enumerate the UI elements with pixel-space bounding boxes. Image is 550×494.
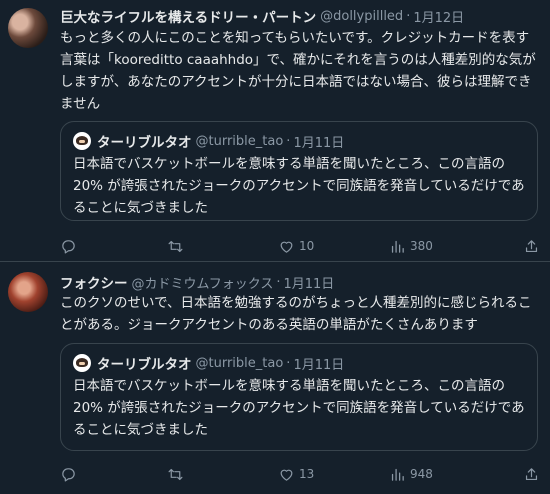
- like-count: 10: [299, 239, 315, 253]
- like-button[interactable]: 13: [278, 464, 314, 484]
- quote-tweet[interactable]: ターリブルタオ @turrible_tao · 1月11日 日本語でバスケットボ…: [60, 343, 538, 451]
- like-icon: [280, 241, 293, 253]
- separator: ·: [276, 274, 281, 290]
- tweet[interactable]: フォクシー @カドミウムフォックス · 1月11日 このクソのせいで、日本語を勉…: [0, 262, 550, 494]
- reply-icon: [62, 467, 75, 481]
- reply-icon: [62, 239, 75, 253]
- quote-text: 日本語でバスケットボールを意味する単語を聞いたところ、この言語の 20% が誇張…: [73, 378, 525, 438]
- retweet-button[interactable]: [167, 236, 188, 256]
- quote-author-name: ターリブルタオ: [97, 357, 192, 373]
- tweet-date[interactable]: 1月12日: [413, 7, 464, 26]
- retweet-button[interactable]: [167, 464, 188, 484]
- separator: ·: [406, 8, 411, 24]
- tweet-date[interactable]: 1月11日: [283, 273, 334, 292]
- action-bar: 13 948: [60, 464, 540, 484]
- tweet-header: フォクシー @カドミウムフォックス · 1月11日: [60, 272, 334, 293]
- share-icon: [525, 239, 538, 252]
- like-count: 13: [299, 467, 315, 481]
- reply-button[interactable]: [60, 236, 81, 256]
- quote-tweet[interactable]: ターリブルタオ @turrible_tao · 1月11日 日本語でバスケットボ…: [60, 121, 538, 221]
- avatar[interactable]: [8, 8, 48, 48]
- views-button[interactable]: 948: [389, 464, 433, 484]
- quote-text: 日本語でバスケットボールを意味する単語を聞いたところ、この言語の 20% が誇張…: [73, 156, 525, 216]
- views-icon: [391, 468, 404, 481]
- quote-header: ターリブルタオ @turrible_tao · 1月11日: [73, 353, 344, 373]
- like-button[interactable]: 10: [278, 236, 314, 256]
- views-button[interactable]: 380: [389, 236, 433, 256]
- like-icon: [280, 469, 293, 481]
- quote-author-handle: @turrible_tao: [195, 133, 284, 149]
- quote-avatar: [73, 354, 91, 372]
- retweet-icon: [168, 240, 183, 252]
- tweet-header: 巨大なライフルを構えるドリー・パートン @dollypillled · 1月12…: [60, 6, 464, 27]
- reply-button[interactable]: [60, 464, 81, 484]
- quote-author-handle: @turrible_tao: [195, 355, 284, 371]
- views-count: 380: [410, 239, 433, 253]
- quote-author-name: ターリブルタオ: [97, 135, 192, 151]
- share-icon: [525, 467, 538, 480]
- author-handle[interactable]: @カドミウムフォックス: [132, 273, 274, 292]
- quote-header: ターリブルタオ @turrible_tao · 1月11日: [73, 131, 344, 151]
- author-name[interactable]: 巨大なライフルを構えるドリー・パートン: [60, 6, 316, 26]
- share-button[interactable]: [523, 236, 540, 256]
- tweet-text: このクソのせいで、日本語を勉強するのがちょっと人種差別的に感じられることがある。…: [60, 295, 532, 333]
- author-name[interactable]: フォクシー: [60, 272, 128, 292]
- tweet-text: もっと多くの人にこのことを知ってもらいたいです。クレジットカードを表す言葉は「k…: [60, 30, 536, 112]
- quote-avatar: [73, 132, 91, 150]
- action-bar: 10 380: [60, 236, 540, 256]
- avatar[interactable]: [8, 272, 48, 312]
- tweet[interactable]: 巨大なライフルを構えるドリー・パートン @dollypillled · 1月12…: [0, 0, 550, 262]
- separator: ·: [286, 355, 291, 371]
- views-icon: [391, 240, 404, 253]
- share-button[interactable]: [523, 464, 540, 484]
- views-count: 948: [410, 467, 433, 481]
- author-handle[interactable]: @dollypillled: [320, 9, 403, 24]
- retweet-icon: [168, 468, 183, 480]
- quote-date: 1月11日: [293, 357, 345, 373]
- quote-date: 1月11日: [293, 135, 345, 151]
- separator: ·: [286, 133, 291, 149]
